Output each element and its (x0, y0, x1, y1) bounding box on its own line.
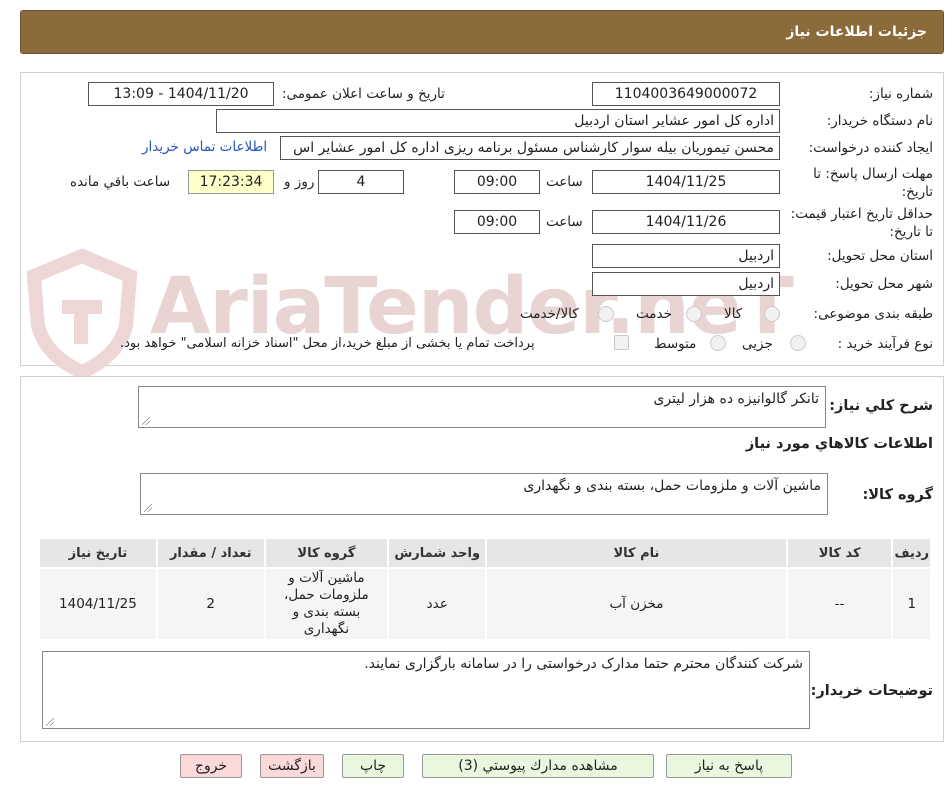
cell-unit: عدد (387, 567, 488, 641)
col-header-quantity: تعداد / مقدار (155, 537, 266, 569)
col-header-item-code: کد کالا (785, 537, 894, 569)
col-header-unit: واحد شمارش (387, 537, 488, 569)
buyer-notes-label: توضیحات خریدار: (810, 683, 933, 699)
goods-group-label: گروه کالا: (862, 487, 933, 503)
request-creator-label-text: ایجاد کننده درخواست: (808, 140, 933, 156)
process-radio-minor[interactable] (790, 335, 806, 351)
col-header-need-date: تاریخ نیاز (38, 537, 158, 569)
category-radio-goods-service[interactable] (598, 306, 614, 322)
delivery-province-field: اردبیل (592, 244, 780, 268)
price-validity-time-field: 09:00 (454, 210, 540, 234)
cell-row-number: 1 (891, 567, 932, 641)
category-radio-service[interactable] (686, 306, 702, 322)
buyer-notes-field: شرکت کنندگان محترم حتما مدارک درخواستی ر… (42, 651, 810, 729)
need-number-label: شماره نیاز: (868, 86, 933, 102)
col-header-item-name: نام کالا (485, 537, 788, 569)
delivery-province-label: استان محل تحویل: (827, 248, 933, 264)
resize-grip-icon[interactable] (142, 417, 150, 425)
price-validity-date-field: 1404/11/26 (592, 210, 780, 234)
request-creator-field: محسن تیموریان بیله سوار کارشناس مسئول بر… (280, 136, 780, 160)
goods-group-field: ماشین آلات و ملزومات حمل، بسته بندی و نگ… (140, 473, 828, 515)
goods-table: رديف کد کالا نام کالا واحد شمارش گروه کا… (38, 537, 932, 641)
buyer-contact-link[interactable]: اطلاعات تماس خریدار (142, 139, 267, 155)
watermark-shield-icon (22, 248, 142, 380)
remaining-time-label: ساعت باقي مانده (70, 174, 171, 190)
deadline-time-label: ساعت (546, 174, 583, 190)
deadline-date-field: 1404/11/25 (592, 170, 780, 194)
announce-date-field: 1404/11/20 - 13:09 (88, 82, 274, 106)
need-number-field: 1104003649000072 (592, 82, 780, 106)
buyer-org-field: اداره کل امور عشایر استان اردبیل (216, 109, 780, 133)
days-remaining-field: 4 (318, 170, 404, 194)
treasury-payment-note: پرداخت تمام یا بخشی از مبلغ خرید،از محل … (120, 336, 535, 351)
table-row: 1 -- مخزن آب عدد ماشین آلات و ملزومات حم… (38, 567, 932, 641)
buyer-org-label: نام دستگاه خریدار: (826, 113, 933, 129)
cell-need-date: 1404/11/25 (38, 567, 158, 641)
general-description-field: تانکر گالوانیزه ده هزار لیتری (138, 386, 826, 428)
general-description-text: تانکر گالوانیزه ده هزار لیتری (653, 391, 819, 407)
view-attachments-button[interactable]: مشاهده مدارك پيوستي (3) (422, 754, 654, 778)
treasury-checkbox[interactable] (614, 335, 629, 350)
goods-info-title: اطلاعات كالاهاي مورد نياز (745, 436, 933, 452)
reply-to-need-button[interactable]: پاسخ به نیاز (666, 754, 792, 778)
category-option-service: خدمت (636, 306, 672, 322)
buyer-notes-text: شرکت کنندگان محترم حتما مدارک درخواستی ر… (364, 656, 803, 672)
category-radio-goods[interactable] (764, 306, 780, 322)
category-option-goods: کالا (724, 306, 743, 322)
cell-goods-group: ماشین آلات و ملزومات حمل، بسته بندی و نگ… (263, 567, 390, 641)
col-header-row-number: رديف (891, 537, 932, 569)
general-description-label: شرح کلي نياز: (829, 398, 933, 414)
deadline-label: مهلت ارسال پاسخ: تا تاریخ: (813, 166, 933, 200)
process-type-label: نوع فرآیند خرید : (837, 336, 933, 352)
category-label: طبقه بندی موضوعی: (813, 306, 933, 322)
price-validity-label: حداقل تاریخ اعتبار قیمت: تا تاریخ: (790, 206, 933, 240)
announce-date-label: تاریخ و ساعت اعلان عمومی: (282, 86, 445, 102)
remaining-time-field: 17:23:34 (188, 170, 274, 194)
cell-quantity: 2 (155, 567, 266, 641)
category-option-goods-service: کالا/خدمت (520, 306, 579, 322)
exit-button[interactable]: خروج (180, 754, 242, 778)
goods-group-text: ماشین آلات و ملزومات حمل، بسته بندی و نگ… (523, 478, 821, 494)
delivery-city-field: اردبیل (592, 272, 780, 296)
process-radio-medium[interactable] (710, 335, 726, 351)
cell-item-name: مخزن آب (485, 567, 788, 641)
print-button[interactable]: چاپ (342, 754, 404, 778)
goods-table-header-row: رديف کد کالا نام کالا واحد شمارش گروه کا… (38, 537, 932, 569)
cell-item-code: -- (785, 567, 894, 641)
delivery-city-label: شهر محل تحویل: (835, 276, 933, 292)
col-header-goods-group: گروه کالا (263, 537, 390, 569)
process-option-minor: جزیی (742, 336, 773, 352)
page-title: جزئیات اطلاعات نیاز (786, 24, 927, 40)
page-header: جزئیات اطلاعات نیاز (20, 10, 944, 54)
price-validity-time-label: ساعت (546, 214, 583, 230)
resize-grip-icon[interactable] (46, 718, 54, 726)
days-label: روز و (284, 174, 315, 190)
process-option-medium: متوسط (654, 336, 697, 352)
resize-grip-icon[interactable] (144, 504, 152, 512)
deadline-time-field: 09:00 (454, 170, 540, 194)
back-button[interactable]: بازگشت (260, 754, 324, 778)
